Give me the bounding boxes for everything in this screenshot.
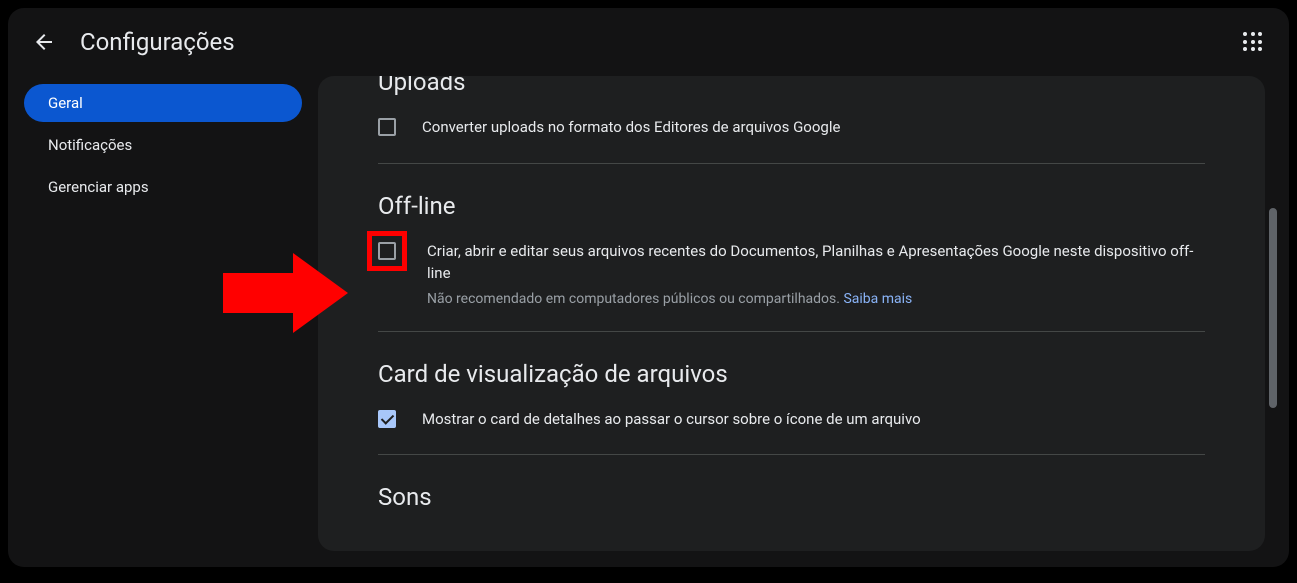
checkbox-offline[interactable] <box>378 242 396 260</box>
checkbox-label-offline: Criar, abrir e editar seus arquivos rece… <box>427 240 1205 285</box>
highlight-box <box>367 231 407 271</box>
page-title: Configurações <box>80 28 235 56</box>
section-title-sons: Sons <box>378 483 1205 511</box>
back-button[interactable] <box>32 30 56 54</box>
section-title-offline: Off-line <box>378 192 1205 220</box>
scrollbar[interactable] <box>1269 208 1277 408</box>
link-saiba-mais[interactable]: Saiba mais <box>843 291 912 307</box>
section-title-card: Card de visualização de arquivos <box>378 360 1205 388</box>
checkbox-label-uploads: Converter uploads no formato dos Editore… <box>422 116 1205 139</box>
sidebar-item-geral[interactable]: Geral <box>24 84 302 122</box>
checkbox-subtext-offline: Não recomendado em computadores públicos… <box>427 291 1205 307</box>
section-title-uploads: Uploads <box>378 76 1205 96</box>
checkbox-card-preview[interactable] <box>378 410 396 428</box>
apps-icon[interactable] <box>1241 30 1265 54</box>
sidebar: Geral Notificações Gerenciar apps <box>8 76 318 567</box>
sidebar-item-gerenciar-apps[interactable]: Gerenciar apps <box>24 168 302 206</box>
settings-content: Uploads Converter uploads no formato dos… <box>318 76 1265 551</box>
sidebar-item-notificacoes[interactable]: Notificações <box>24 126 302 164</box>
checkbox-label-card: Mostrar o card de detalhes ao passar o c… <box>422 408 1205 431</box>
checkbox-uploads-convert[interactable] <box>378 118 396 136</box>
